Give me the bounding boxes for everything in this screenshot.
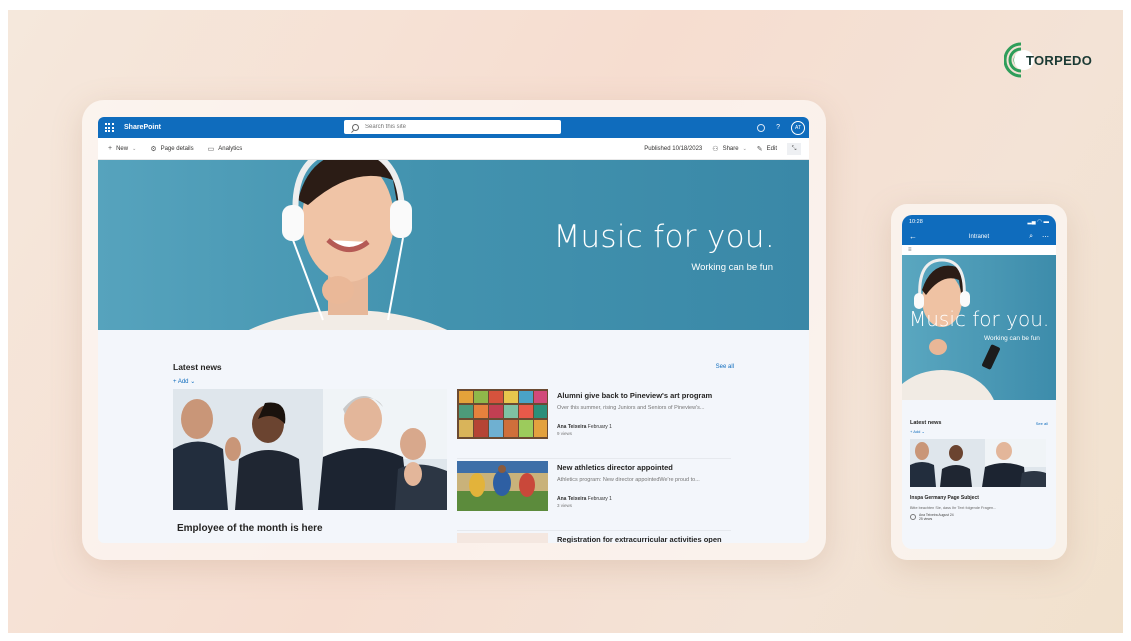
news-thumbnail [457,533,548,543]
app-title[interactable]: SharePoint [124,124,161,131]
share-button[interactable]: ⚇ Share ⌄ [712,145,747,153]
news-thumbnail-athletics [457,461,548,511]
hero-banner: Music for you. Working can be fun [98,160,809,330]
app-launcher-icon[interactable] [98,117,120,138]
mobile-hero-title: Music for you. [909,307,1050,331]
news-item-views: 3 views [557,503,573,508]
news-item[interactable]: New athletics director appointed Athleti… [457,461,731,531]
news-item-desc: Athletics program: New director appointe… [557,477,700,483]
share-icon: ⚇ [712,146,719,153]
mobile-news-views: 25 views [919,517,933,521]
mobile-news-section: Latest news See all + Add ⌄ Inspa German… [902,420,1056,521]
news-item-desc: Over this summer, rising Juniors and Sen… [557,405,705,411]
settings-gear-icon[interactable] [757,123,766,132]
news-item-author: Ana Teixeira [557,424,587,430]
mobile-add-button[interactable]: + Add ⌄ [910,429,1048,434]
mobile-see-all-link[interactable]: See all [1036,421,1048,426]
pencil-icon: ✎ [756,146,763,153]
tablet-frame: SharePoint ? AT + New ⌄ ⚙ [82,100,826,560]
page-details-button[interactable]: ⚙ Page details [150,145,193,153]
news-item-title: Alumni give back to Pineview's art progr… [557,391,713,400]
suite-header: SharePoint ? AT [98,117,809,138]
mobile-news-date: August 24 [938,513,954,517]
mobile-nav-bar: ← Intranet ⌕ ⋯ [902,228,1056,245]
desktop-screen: SharePoint ? AT + New ⌄ ⚙ [98,117,809,543]
add-label: Add [177,379,189,385]
news-title: Latest news [173,362,222,372]
hero-title: Music for you. [553,219,775,255]
news-item[interactable]: Alumni give back to Pineview's art progr… [457,389,731,459]
news-item-date: February 1 [587,496,612,502]
analytics-button[interactable]: ▭ Analytics [208,145,243,153]
command-bar: + New ⌄ ⚙ Page details ▭ Analytics Publi… [98,138,809,160]
news-item-title: Registration for extracurricular activit… [557,535,722,543]
mobile-add-label: Add [913,429,921,434]
more-icon[interactable]: ⋯ [1042,233,1049,241]
add-news-button[interactable]: + Add ⌄ [173,378,734,385]
mobile-hero-subtitle: Working can be fun [984,335,1040,342]
search-input[interactable] [365,124,525,130]
chevron-down-icon: ⌄ [132,145,137,152]
news-item[interactable]: Registration for extracurricular activit… [457,533,731,543]
signal-wifi-battery-icon: ▂▄ ◠ ▬ [1027,218,1049,225]
main-news-image [173,389,447,510]
news-list: Alumni give back to Pineview's art progr… [457,389,731,543]
mobile-hero-banner: Music for you. Working can be fun [902,255,1056,400]
new-button[interactable]: + New ⌄ [108,145,136,152]
mobile-screen: 10:28 ▂▄ ◠ ▬ ← Intranet ⌕ ⋯ ≡ Music for … [902,215,1056,549]
main-news-card[interactable]: Employee of the month is here [173,389,447,543]
mobile-news-headline[interactable]: Inspa Germany Page Subject [910,495,1048,501]
news-item-author: Ana Teixeira [557,496,587,502]
mobile-time: 10:28 [909,218,923,225]
hero-subtitle: Working can be fun [691,262,773,273]
analytics-icon: ▭ [207,145,215,153]
torpedo-logo: TORPEDO [1004,40,1092,80]
news-item-date: February 1 [587,424,612,430]
analytics-label: Analytics [218,145,243,152]
mobile-news-author-row: Ana Teixeira August 24 25 views [910,513,1048,521]
search-icon [352,123,359,131]
hamburger-menu-icon[interactable]: ≡ [902,245,1056,255]
user-avatar[interactable]: AT [791,120,805,135]
background-canvas: TORPEDO SharePoint ? AT [8,10,1123,633]
mobile-status-bar: 10:28 ▂▄ ◠ ▬ [902,215,1056,228]
news-thumbnail-art [457,389,548,439]
logo-text: TORPEDO [1026,52,1093,68]
author-avatar-icon [910,514,916,520]
news-item-title: New athletics director appointed [557,463,673,472]
chevron-down-icon: ⌄ [742,146,747,152]
edit-label: Edit [766,146,777,152]
edit-button[interactable]: ✎ Edit [757,145,777,153]
search-icon[interactable]: ⌕ [1029,233,1033,241]
search-box[interactable] [344,120,561,134]
mobile-news-image[interactable] [910,439,1046,487]
help-icon[interactable]: ? [776,124,780,131]
share-label: Share [722,146,739,152]
mobile-news-title: Latest news [910,420,942,426]
main-news-headline[interactable]: Employee of the month is here [173,523,447,534]
mobile-news-desc: Bitte beachten Sie, dass Ihr Text folgen… [910,506,997,510]
see-all-link[interactable]: See all [716,364,734,370]
news-item-views: 9 views [557,431,573,436]
hero-woman-image [248,160,448,330]
plus-icon: + [108,145,113,152]
chevron-down-icon: ⌄ [188,379,196,385]
page-details-label: Page details [160,145,194,152]
collapse-icon[interactable]: ⤡ [787,143,801,155]
back-arrow-icon[interactable]: ← [909,232,917,241]
news-section: Latest news See all + Add ⌄ Employee of … [98,362,809,543]
new-label: New [116,145,129,152]
published-status: Published 10/18/2023 [644,146,703,152]
gear-icon: ⚙ [150,145,157,153]
phone-frame: 10:28 ▂▄ ◠ ▬ ← Intranet ⌕ ⋯ ≡ Music for … [891,204,1067,560]
